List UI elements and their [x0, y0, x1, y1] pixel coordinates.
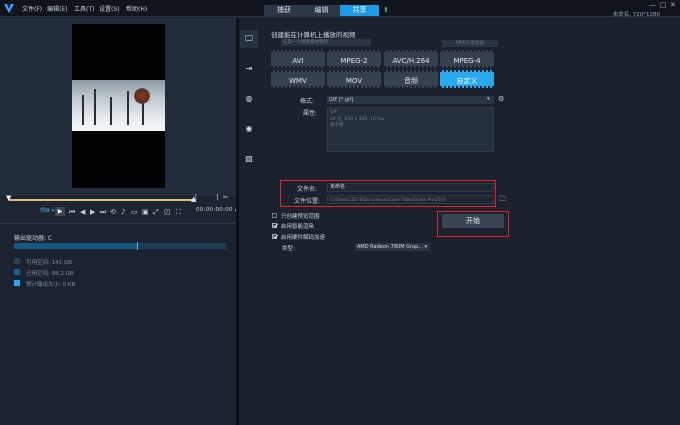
property-line: GIF: [330, 110, 338, 115]
free-space-label: 可用空间: 141 GB: [26, 260, 72, 266]
smart-render-checkbox[interactable]: [272, 223, 277, 228]
go-start-icon[interactable]: ⏮: [69, 208, 75, 217]
highlight-box-start: [437, 211, 509, 237]
hw-decode-checkbox[interactable]: [272, 234, 277, 239]
prev-frame-icon[interactable]: ◀: [80, 208, 85, 216]
format-avi-button[interactable]: AVI: [271, 50, 325, 68]
computer-icon[interactable]: 🖵: [244, 34, 254, 44]
maximize-icon[interactable]: □: [660, 1, 667, 9]
safe-area-icon[interactable]: ▣: [142, 208, 149, 216]
upload-icon[interactable]: ⬆: [383, 7, 389, 14]
chevron-down-icon[interactable]: ▾: [487, 96, 490, 102]
project-dropdown[interactable]: 项目 ▾: [40, 207, 54, 214]
menu-file[interactable]: 文件(F): [22, 4, 42, 13]
fullscreen-icon[interactable]: ⛶: [176, 208, 181, 217]
preview-range-checkbox[interactable]: [272, 213, 277, 218]
scrub-track[interactable]: [9, 199, 195, 201]
play-button[interactable]: ▶: [55, 207, 65, 216]
estimated-size-label: 预计输出大小: 0 KB: [26, 282, 76, 288]
project-info: 未命名, 720*1280: [612, 12, 660, 18]
format-audio-button[interactable]: 音频: [384, 70, 438, 88]
used-space-swatch: [14, 269, 20, 275]
menu-help[interactable]: 帮助(H): [126, 4, 147, 13]
repeat-icon[interactable]: ⟲: [110, 208, 116, 216]
timecode[interactable]: 00:00:00:00 ▴▾: [196, 207, 241, 213]
output-drive-label: 输出驱动器: C: [14, 235, 53, 242]
format-wmv-button[interactable]: WMV: [271, 70, 325, 88]
menu-settings[interactable]: 设置(S): [99, 4, 120, 13]
properties-label: 属性:: [303, 110, 318, 117]
format-mov-button[interactable]: MOV: [327, 70, 381, 88]
free-space-swatch: [14, 258, 20, 264]
smart-render-label: 启用智能渲染: [281, 224, 315, 230]
format-custom-button[interactable]: 自定义: [440, 70, 494, 88]
preset-dropdown[interactable]: 与第一个视频素材相同: [281, 39, 371, 46]
menu-edit[interactable]: 编辑(E): [47, 4, 67, 13]
minimize-icon[interactable]: —: [649, 1, 656, 9]
3d-movie-icon[interactable]: ▨: [244, 154, 254, 164]
share-title: 创建能在计算机上播放的视频: [271, 31, 356, 39]
estimated-size-swatch: [14, 280, 20, 286]
scrub-bar[interactable]: ▼ ▲: [3, 194, 235, 208]
highlight-box-file-fields: [280, 180, 496, 207]
hd-preview-icon[interactable]: ▭: [131, 208, 138, 216]
format-label: 格式:: [300, 98, 315, 105]
hw-decode-label: 启用硬件解码加速: [281, 235, 326, 241]
tab-capture[interactable]: 捕获: [264, 5, 304, 16]
tab-edit[interactable]: 编辑: [303, 5, 340, 16]
used-space-label: 已用空间: 98.2 GB: [26, 271, 74, 277]
go-end-icon[interactable]: ⏭: [100, 208, 106, 217]
optimizer-button[interactable]: MPEG 优化器: [442, 40, 498, 47]
split-icon[interactable]: ✂: [223, 194, 228, 201]
mark-in-icon[interactable]: [: [195, 194, 197, 201]
app-logo-icon: [3, 2, 15, 14]
gear-icon[interactable]: ⚙: [498, 95, 504, 103]
format-mpeg2-button[interactable]: MPEG-2: [327, 50, 381, 68]
device-export-icon[interactable]: ⇥: [244, 64, 254, 74]
properties-box: [327, 107, 494, 152]
video-frame-image: [72, 80, 165, 131]
mark-in-handle[interactable]: ▼: [6, 194, 11, 202]
web-icon[interactable]: ◍: [244, 94, 254, 104]
property-line: 基于帧: [330, 123, 344, 128]
output-panel: [0, 223, 238, 425]
mark-out-icon[interactable]: ]: [216, 194, 218, 201]
format-select[interactable]: GIF [*.gif]: [327, 96, 494, 104]
resize-icon[interactable]: ⤢: [153, 208, 159, 217]
format-avc-button[interactable]: AVC/H.264: [384, 50, 438, 68]
estimated-output-marker: [137, 242, 138, 250]
folder-icon[interactable]: 🗀: [499, 195, 506, 206]
disk-usage-fill: [14, 243, 137, 249]
preview-range-label: 只创建预览范围: [281, 214, 320, 220]
disc-icon[interactable]: ◉: [244, 124, 254, 134]
volume-icon[interactable]: ♪: [121, 208, 125, 216]
tab-share[interactable]: 共享: [340, 5, 379, 16]
snapshot-icon[interactable]: ◰: [164, 208, 171, 216]
menu-tools[interactable]: 工具(T): [74, 4, 94, 13]
close-icon[interactable]: ✕: [670, 1, 676, 9]
type-label: 类型:: [282, 246, 295, 252]
gpu-select[interactable]: AMD Radeon 780M Grap... ▾: [355, 243, 430, 251]
format-mpeg4-button[interactable]: MPEG-4: [440, 50, 494, 68]
share-category-rail: [239, 18, 259, 425]
next-frame-icon[interactable]: ▶: [90, 208, 95, 216]
